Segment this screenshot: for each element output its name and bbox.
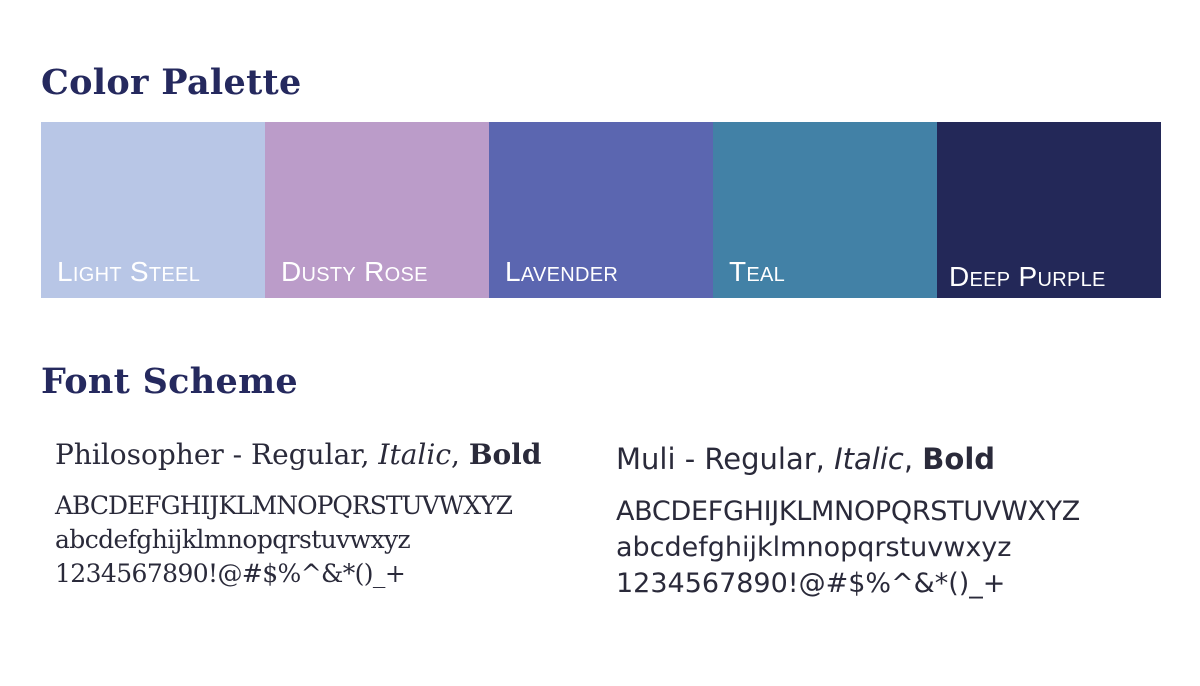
lowercase-sample: abcdefghijklmnopqrstuvwxyz [55, 525, 411, 554]
swatch-label: Deep Purple [949, 261, 1106, 292]
font-name-separator: , [451, 438, 469, 471]
color-palette: Light Steel Dusty Rose Lavender Teal Dee… [41, 122, 1161, 298]
swatch-dusty-rose: Dusty Rose [265, 122, 489, 298]
font-name-heading: Philosopher - Regular, Italic, Bold [55, 438, 595, 471]
swatch-deep-purple: Deep Purple [937, 122, 1161, 298]
uppercase-sample: ABCDEFGHIJKLMNOPQRSTUVWXYZ [616, 496, 1080, 527]
swatch-label: Lavender [505, 256, 619, 287]
uppercase-sample: ABCDEFGHIJKLMNOPQRSTUVWXYZ [55, 491, 513, 520]
swatch-label: Teal [729, 256, 786, 287]
font-name-separator: , [903, 442, 923, 476]
swatch-label: Light Steel [57, 256, 201, 287]
font-name-italic: Italic [378, 438, 452, 471]
symbols-sample: 1234567890!@#$%^&*()_+ [616, 568, 1006, 599]
swatch-teal: Teal [713, 122, 937, 298]
swatch-light-steel: Light Steel [41, 122, 265, 298]
font-name-bold: Bold [922, 442, 996, 476]
font-sample-muli: Muli - Regular, Italic, Bold ABCDEFGHIJK… [616, 442, 1176, 602]
swatch-label: Dusty Rose [281, 256, 428, 287]
symbols-sample: 1234567890!@#$%^&*()_+ [55, 559, 406, 588]
font-name-regular: Muli - Regular, [616, 442, 835, 476]
swatch-lavender: Lavender [489, 122, 713, 298]
lowercase-sample: abcdefghijklmnopqrstuvwxyz [616, 532, 1012, 563]
font-name-regular: Philosopher - Regular, [55, 438, 379, 471]
font-name-italic: Italic [834, 442, 904, 476]
font-name-heading: Muli - Regular, Italic, Bold [616, 442, 1176, 476]
color-palette-title: Color Palette [41, 62, 302, 103]
font-scheme-title: Font Scheme [41, 361, 298, 402]
font-name-bold: Bold [468, 438, 542, 471]
font-sample-philosopher: Philosopher - Regular, Italic, Bold ABCD… [55, 438, 595, 591]
